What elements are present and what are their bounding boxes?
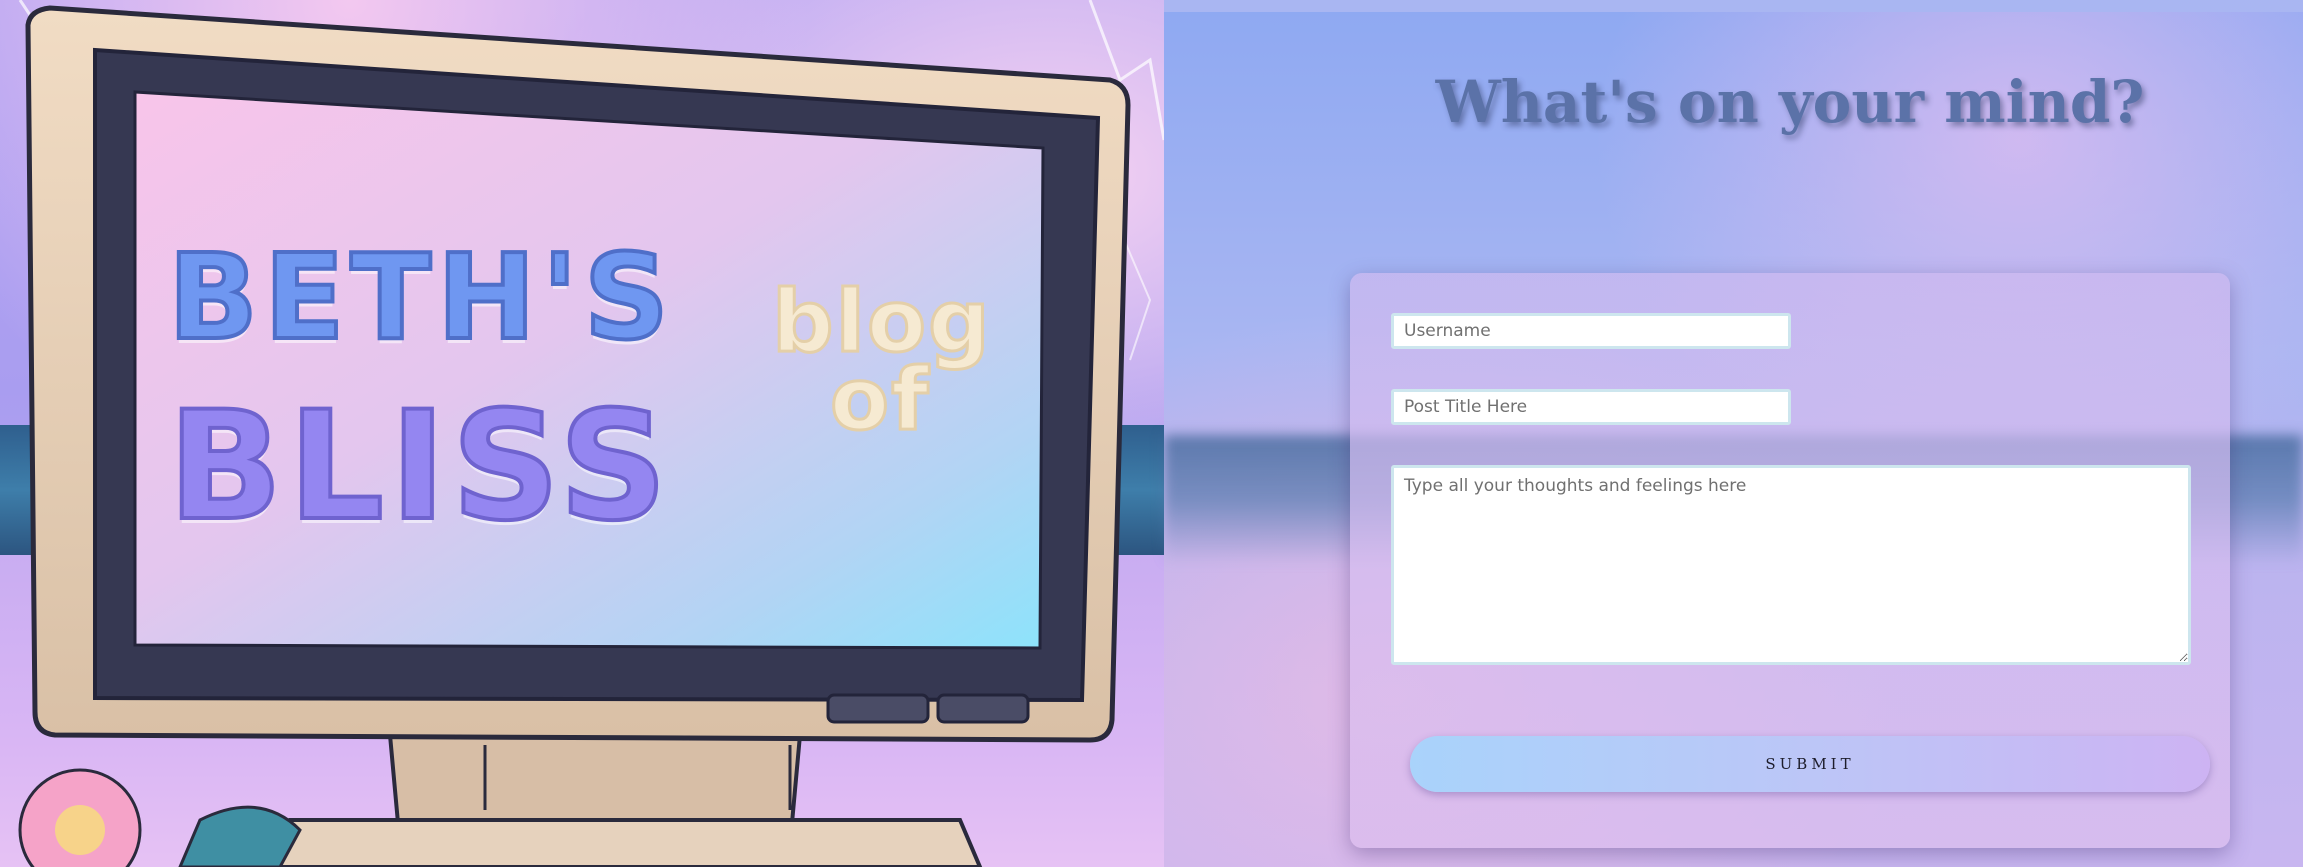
logo-line-bliss: BLISS xyxy=(166,378,674,556)
logo-word-of: of xyxy=(829,349,931,452)
page: BETH'S BLISS blog of What's on your mind… xyxy=(0,0,2303,867)
post-title-input[interactable] xyxy=(1391,389,1791,425)
submit-button[interactable]: SUBMIT xyxy=(1410,736,2210,792)
username-input[interactable] xyxy=(1391,313,1791,349)
post-body-textarea[interactable] xyxy=(1391,465,2191,665)
logo-line-beths: BETH'S xyxy=(166,226,675,368)
page-title: What's on your mind? xyxy=(1435,68,2145,136)
hero-illustration: BETH'S BLISS blog of xyxy=(0,0,1164,867)
